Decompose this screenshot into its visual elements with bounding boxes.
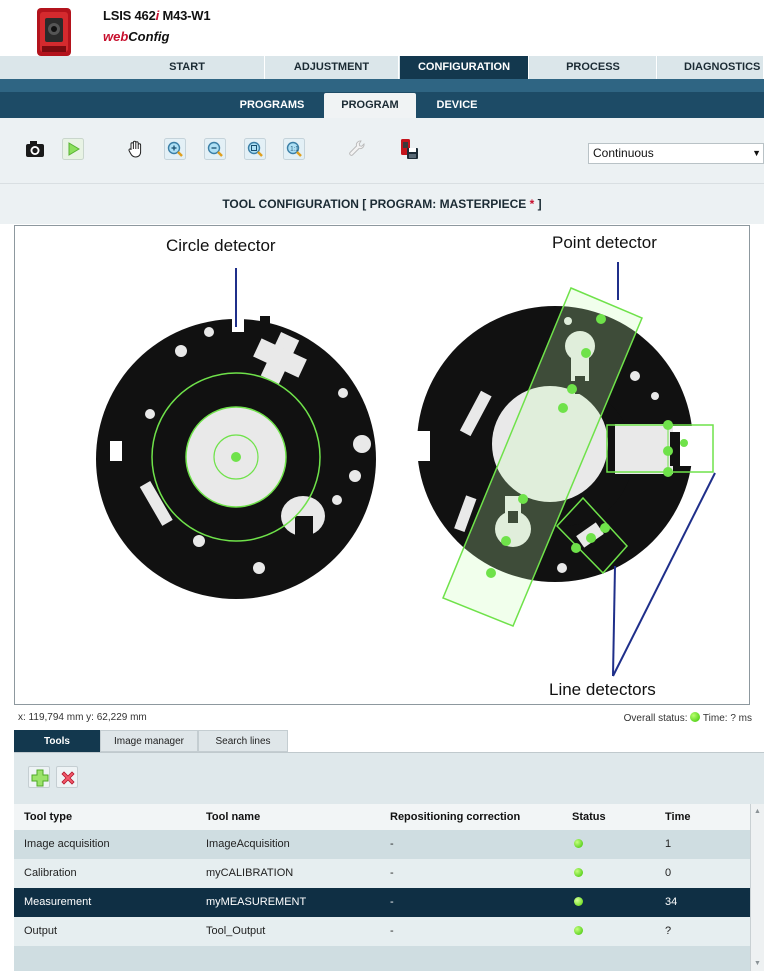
cell-tool-type: Calibration bbox=[24, 867, 77, 879]
table-row[interactable]: Image acquisition ImageAcquisition - 1 bbox=[14, 830, 750, 859]
status-ok-icon bbox=[574, 868, 583, 877]
tab-start[interactable]: START bbox=[0, 56, 265, 79]
cursor-coordinates: x: 119,794 mm y: 62,229 mm bbox=[18, 712, 147, 723]
left-workpiece bbox=[96, 316, 376, 599]
acquisition-mode-select[interactable]: Continuous ▼ bbox=[588, 143, 764, 164]
tab-configuration[interactable]: CONFIGURATION bbox=[400, 56, 529, 79]
cell-correction: - bbox=[390, 838, 394, 850]
cell-time: 0 bbox=[665, 867, 672, 879]
status-ok-icon bbox=[690, 712, 701, 722]
subtab-programs[interactable]: PROGRAMS bbox=[228, 93, 316, 118]
scroll-up-icon[interactable]: ▲ bbox=[754, 808, 761, 815]
col-repositioning[interactable]: Repositioning correction bbox=[390, 804, 520, 830]
image-canvas[interactable]: Circle detector Point detector Line dete… bbox=[14, 225, 750, 705]
zoom-reset-icon[interactable]: 1:1 bbox=[283, 138, 305, 160]
status-ok-icon bbox=[574, 897, 583, 906]
scroll-down-icon[interactable]: ▼ bbox=[754, 960, 761, 967]
col-status[interactable]: Status bbox=[572, 804, 606, 830]
tab-diagnostics[interactable]: DIAGNOSTICS bbox=[658, 56, 764, 79]
circle-detector-label: Circle detector bbox=[166, 236, 276, 255]
zoom-out-icon[interactable] bbox=[204, 138, 226, 160]
camera-icon[interactable] bbox=[24, 138, 46, 160]
main-navigation: START ADJUSTMENT CONFIGURATION PROCESS D… bbox=[0, 56, 764, 79]
tab-search-lines[interactable]: Search lines bbox=[198, 730, 288, 752]
product-name: LSIS 462i M43-W1 bbox=[103, 8, 211, 23]
cell-tool-type: Image acquisition bbox=[24, 838, 110, 850]
cell-correction: - bbox=[390, 867, 394, 879]
cell-correction: - bbox=[390, 925, 394, 937]
device-camera-icon bbox=[37, 8, 71, 56]
sub-navigation: PROGRAMS PROGRAM DEVICE bbox=[0, 79, 764, 118]
tab-adjustment[interactable]: ADJUSTMENT bbox=[265, 56, 399, 79]
zoom-fit-icon[interactable] bbox=[244, 138, 266, 160]
cell-tool-name: ImageAcquisition bbox=[206, 838, 290, 850]
add-icon bbox=[31, 769, 49, 787]
overall-status: Overall status: Time: ? ms bbox=[623, 712, 752, 724]
cell-time: ? bbox=[665, 925, 672, 937]
right-workpiece bbox=[410, 287, 714, 627]
cell-tool-type: Output bbox=[24, 925, 58, 937]
line-annotation-line-2 bbox=[612, 565, 616, 677]
delete-tool-button[interactable] bbox=[56, 766, 78, 788]
table-row[interactable]: Output Tool_Output - ? bbox=[14, 917, 750, 946]
hand-icon[interactable] bbox=[125, 138, 147, 160]
cell-tool-name: myMEASUREMENT bbox=[206, 896, 307, 908]
subtab-device[interactable]: DEVICE bbox=[426, 93, 488, 118]
wrench-icon[interactable] bbox=[346, 138, 368, 160]
status-ok-icon bbox=[574, 839, 583, 848]
table-row[interactable]: Calibration myCALIBRATION - 0 bbox=[14, 859, 750, 888]
table-header: Tool type Tool name Repositioning correc… bbox=[14, 804, 750, 830]
measurement-image bbox=[96, 262, 716, 677]
tab-tools[interactable]: Tools bbox=[14, 730, 100, 752]
tab-process[interactable]: PROCESS bbox=[530, 56, 657, 79]
cell-correction: - bbox=[390, 896, 394, 908]
webconfig-logo: webConfig bbox=[103, 29, 170, 44]
col-tool-name[interactable]: Tool name bbox=[206, 804, 260, 830]
tab-image-manager[interactable]: Image manager bbox=[100, 730, 198, 752]
page-title: TOOL CONFIGURATION [ PROGRAM: MASTERPIEC… bbox=[0, 184, 764, 224]
play-icon[interactable] bbox=[62, 138, 84, 160]
chevron-down-icon: ▼ bbox=[752, 148, 761, 158]
cell-time: 34 bbox=[665, 896, 678, 908]
app-header: LSIS 462i M43-W1 webConfig bbox=[0, 0, 764, 56]
subtab-program[interactable]: PROGRAM bbox=[324, 93, 416, 118]
status-ok-icon bbox=[574, 926, 583, 935]
table-row-empty bbox=[14, 946, 750, 971]
cell-tool-name: myCALIBRATION bbox=[206, 867, 294, 879]
table-row[interactable]: Measurement myMEASUREMENT - 34 bbox=[14, 888, 750, 917]
cell-tool-name: Tool_Output bbox=[206, 925, 266, 937]
delete-icon bbox=[61, 771, 75, 785]
add-tool-button[interactable] bbox=[28, 766, 50, 788]
line-detectors-label: Line detectors bbox=[549, 680, 656, 699]
cell-time: 1 bbox=[665, 838, 672, 850]
table-scrollbar[interactable]: ▲ ▼ bbox=[750, 804, 764, 971]
point-detector-label: Point detector bbox=[552, 233, 657, 252]
svg-text:1:1: 1:1 bbox=[290, 146, 299, 152]
save-device-icon[interactable] bbox=[398, 138, 420, 160]
sub-bar-stripe bbox=[0, 79, 764, 92]
cell-tool-type: Measurement bbox=[24, 896, 92, 908]
col-tool-type[interactable]: Tool type bbox=[24, 804, 72, 830]
zoom-in-icon[interactable] bbox=[164, 138, 186, 160]
col-time[interactable]: Time bbox=[665, 804, 690, 830]
